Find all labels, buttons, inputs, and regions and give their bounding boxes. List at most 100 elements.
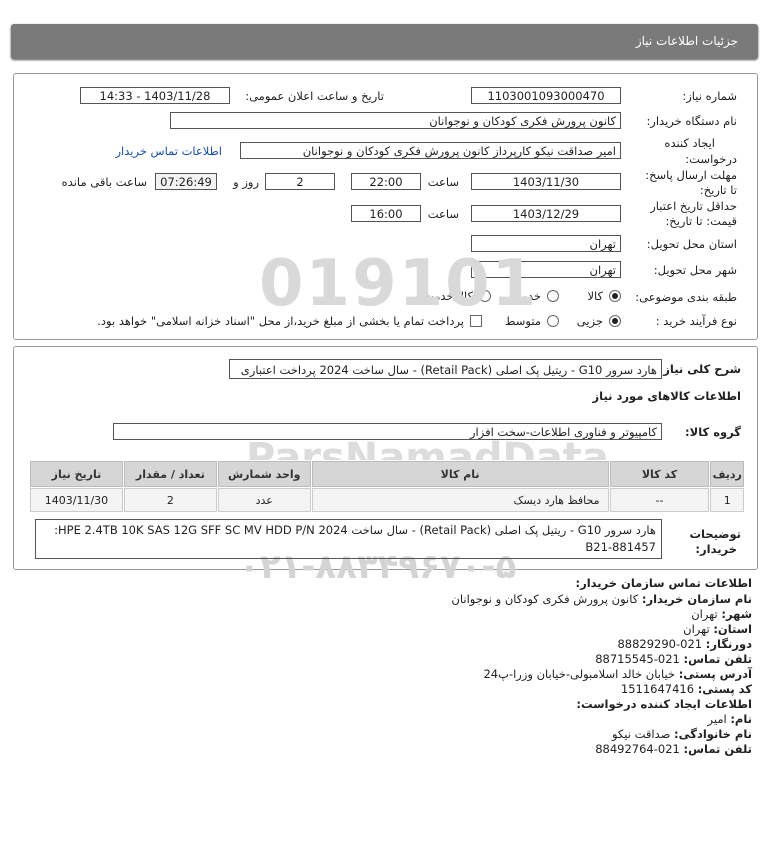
- contact-fax-line: دورنگار: 021-88829290: [617, 637, 752, 651]
- announce-field: 1403/11/28 - 14:33: [80, 87, 230, 104]
- province-field: تهران: [471, 235, 621, 252]
- contact-postal: 1511647416: [620, 682, 695, 696]
- contact-org-label: نام سازمان خریدار:: [641, 592, 752, 606]
- contact-address-label: آدرس پستی:: [678, 667, 752, 681]
- col-name: نام کالا: [311, 461, 609, 487]
- remaining-label: ساعت باقی مانده: [61, 175, 147, 189]
- category-radio-goods[interactable]: [609, 290, 621, 302]
- cell-qty: 2: [123, 488, 217, 512]
- category-radio-service[interactable]: [547, 290, 559, 302]
- buyer-notes-label-1: توضیحات: [689, 527, 742, 541]
- days-field: 2: [265, 173, 335, 190]
- cell-row: 1: [710, 488, 744, 512]
- creator-label-2: درخواست:: [685, 152, 737, 166]
- contact-org-line: نام سازمان خریدار: کانون پرورش فکری کودک…: [451, 592, 752, 606]
- cell-unit: عدد: [217, 488, 311, 512]
- contact-city: تهران: [691, 607, 718, 621]
- creator-name-label: نام:: [730, 712, 752, 726]
- buyer-contact-link[interactable]: اطلاعات تماس خریدار: [115, 144, 222, 158]
- buyer-org-field: کانون پرورش فکری کودکان و نوجوانان: [170, 112, 621, 129]
- buyer-org-label: نام دستگاه خریدار:: [646, 114, 737, 128]
- process-option-medium: متوسط: [504, 314, 541, 328]
- announce-label: تاریخ و ساعت اعلان عمومی:: [245, 89, 384, 103]
- goods-table: ردیف کد کالا نام کالا واحد شمارش تعداد /…: [29, 460, 745, 513]
- contact-province-label: استان:: [713, 622, 752, 636]
- contact-address: خیابان خالد اسلامبولی-خیابان وزرا-پ24: [483, 667, 676, 681]
- summary-label: شرح کلی نیاز:: [658, 362, 741, 376]
- contact-city-line: شهر: تهران: [691, 607, 752, 621]
- creator-family-label: نام خانوادگی:: [674, 727, 752, 741]
- province-label: استان محل تحویل:: [646, 237, 737, 251]
- page-header: جزئیات اطلاعات نیاز: [11, 24, 758, 59]
- contact-province-line: استان: تهران: [683, 622, 752, 636]
- contact-postal-line: کد پستی: 1511647416: [621, 682, 752, 696]
- deadline-label-2: تا تاریخ:: [699, 183, 737, 197]
- validity-label-1: حداقل تاریخ اعتبار: [650, 199, 737, 213]
- contact-phone-line: تلفن تماس: 021-88715545: [595, 652, 752, 666]
- category-option-goods: کالا: [587, 289, 603, 303]
- contact-fax: 021-88829290: [617, 637, 703, 651]
- category-option-service: خدمت: [510, 289, 541, 303]
- contact-phone: 021-88715545: [595, 652, 680, 666]
- process-radio-minor[interactable]: [609, 315, 621, 327]
- remaining-time-field: 07:26:49: [155, 173, 217, 190]
- contact-fax-label: دورنگار:: [705, 637, 752, 651]
- buyer-notes-label-2: خریدار:: [695, 542, 737, 556]
- contact-org: کانون پرورش فکری کودکان و نوجوانان: [451, 592, 639, 606]
- category-label: طبقه بندی موضوعی:: [635, 290, 737, 304]
- deadline-date-field: 1403/11/30: [471, 173, 621, 190]
- deadline-time-label: ساعت: [427, 175, 459, 189]
- cell-name: محافظ هارد دیسک: [311, 488, 609, 512]
- cell-date: 1403/11/30: [30, 488, 123, 512]
- need-details-panel: 019101 ParsNamadData مرکز فراهم آوری و ا…: [13, 247, 758, 587]
- creator-family-line: نام خانوادگی: صداقت نیکو: [612, 727, 752, 741]
- goods-info-title: اطلاعات کالاهای مورد نیاز: [592, 389, 741, 403]
- creator-label-1: ایجاد کننده: [664, 136, 715, 150]
- creator-name: امیر: [707, 712, 727, 726]
- need-number-label: شماره نیاز:: [682, 89, 737, 103]
- buyer-notes-line-2: 881457-B21: [585, 540, 656, 554]
- creator-info-title: اطلاعات ایجاد کننده درخواست:: [576, 697, 752, 711]
- days-label: روز و: [233, 175, 259, 189]
- goods-group-label: گروه کالا:: [685, 425, 741, 439]
- col-unit: واحد شمارش: [217, 461, 311, 487]
- treasury-payment-checkbox[interactable]: [470, 315, 482, 327]
- need-number-field: 1103001093000470: [471, 87, 621, 104]
- col-row: ردیف: [710, 461, 744, 487]
- deadline-time-field: 22:00: [351, 173, 421, 190]
- creator-phone-line: تلفن تماس: 021-88492764: [595, 742, 752, 756]
- need-info-panel: شماره نیاز: 1103001093000470 تاریخ و ساع…: [13, 73, 758, 340]
- validity-label-2: قیمت: تا تاریخ:: [665, 214, 737, 228]
- goods-group-field: کامپیوتر و فناوری اطلاعات-سخت افزار: [113, 423, 662, 440]
- summary-field: هارد سرور G10 - ریتیل پک اصلی (Retail Pa…: [229, 359, 662, 379]
- contact-phone-label: تلفن تماس:: [683, 652, 752, 666]
- city-label: شهر محل تحویل:: [653, 263, 737, 277]
- table-row: 1 -- محافظ هارد دیسک عدد 2 1403/11/30: [30, 488, 744, 512]
- buyer-notes-line-1: هارد سرور G10 - ریتیل پک اصلی (Retail Pa…: [54, 523, 656, 537]
- validity-date-field: 1403/12/29: [471, 205, 621, 222]
- process-label: نوع فرآیند خرید :: [655, 314, 737, 328]
- col-qty: تعداد / مقدار: [123, 461, 217, 487]
- contact-postal-label: کد پستی:: [697, 682, 752, 696]
- category-option-goods-service: کالا/خدمت: [422, 289, 473, 303]
- creator-phone-label: تلفن تماس:: [683, 742, 752, 756]
- col-date: تاریخ نیاز: [30, 461, 123, 487]
- process-radio-medium[interactable]: [547, 315, 559, 327]
- validity-time-label: ساعت: [427, 207, 459, 221]
- contact-province: تهران: [683, 622, 710, 636]
- goods-table-header: ردیف کد کالا نام کالا واحد شمارش تعداد /…: [30, 461, 744, 487]
- contact-address-line: آدرس پستی: خیابان خالد اسلامبولی-خیابان …: [483, 667, 752, 681]
- creator-name-line: نام: امیر: [708, 712, 753, 726]
- process-option-minor: جزیی: [576, 314, 603, 328]
- col-code: کد کالا: [609, 461, 710, 487]
- cell-code: --: [609, 488, 710, 512]
- treasury-payment-note: پرداخت تمام یا بخشی از مبلغ خرید،از محل …: [97, 314, 464, 328]
- creator-field: امیر صداقت نیکو کارپرداز کانون پرورش فکر…: [240, 142, 621, 159]
- page-title: جزئیات اطلاعات نیاز: [635, 34, 738, 48]
- category-radio-goods-service[interactable]: [479, 290, 491, 302]
- buyer-notes-field: هارد سرور G10 - ریتیل پک اصلی (Retail Pa…: [35, 519, 662, 559]
- creator-family: صداقت نیکو: [611, 727, 671, 741]
- validity-time-field: 16:00: [351, 205, 421, 222]
- creator-phone: 021-88492764: [595, 742, 680, 756]
- contact-city-label: شهر:: [721, 607, 752, 621]
